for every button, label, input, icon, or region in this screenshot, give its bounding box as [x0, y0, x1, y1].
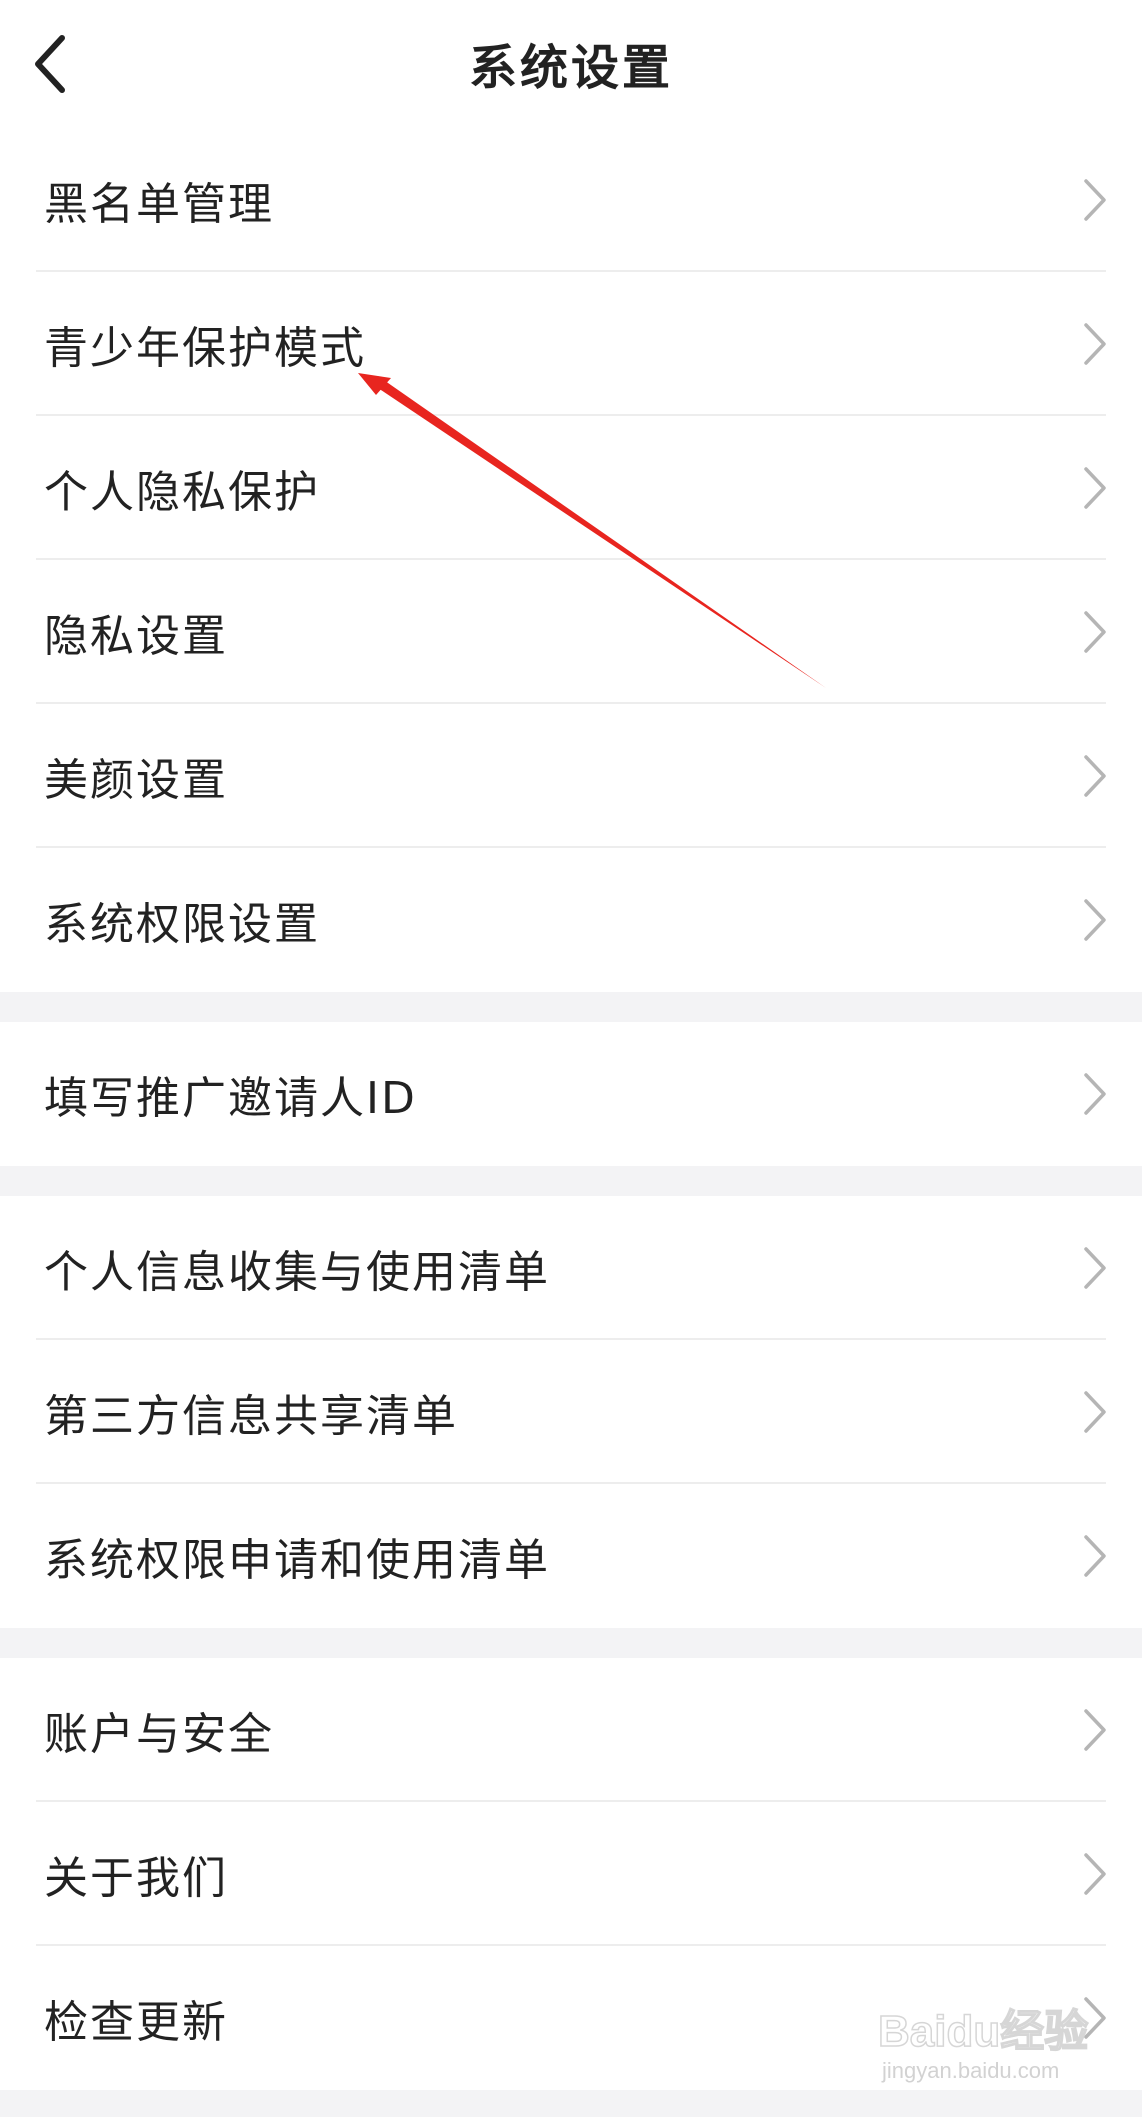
menu-row-permission-usage-list[interactable]: 系统权限申请和使用清单	[0, 1484, 1142, 1628]
menu-row-label: 个人信息收集与使用清单	[44, 1247, 550, 1298]
svg-text:jingyan.baidu.com: jingyan.baidu.com	[881, 2058, 1059, 2083]
menu-row-teen-protection[interactable]: 青少年保护模式	[0, 272, 1142, 416]
menu-row-label: 账户与安全	[44, 1709, 274, 1760]
menu-row-label: 填写推广邀请人ID	[44, 1073, 417, 1124]
menu-row-privacy-settings[interactable]: 隐私设置	[0, 560, 1142, 704]
menu-row-account-security[interactable]: 账户与安全	[0, 1658, 1142, 1802]
menu-row-label: 美颜设置	[44, 755, 228, 806]
menu-row-label: 青少年保护模式	[44, 323, 366, 374]
chevron-right-icon	[1084, 899, 1106, 941]
menu-row-label: 黑名单管理	[44, 179, 274, 230]
menu-row-third-party-sharing-list[interactable]: 第三方信息共享清单	[0, 1340, 1142, 1484]
baidu-jingyan-watermark: Baidu经验 jingyan.baidu.com	[877, 2006, 1089, 2083]
section-separator	[0, 2090, 1142, 2117]
menu-row-beauty-settings[interactable]: 美颜设置	[0, 704, 1142, 848]
chevron-right-icon	[1084, 1853, 1106, 1895]
menu-row-label: 关于我们	[44, 1853, 228, 1904]
top-nav-bar: 系统设置	[0, 0, 1142, 128]
chevron-right-icon	[1084, 611, 1106, 653]
chevron-right-icon	[1084, 1073, 1106, 1115]
menu-row-label: 第三方信息共享清单	[44, 1391, 458, 1442]
menu-row-system-permissions[interactable]: 系统权限设置	[0, 848, 1142, 992]
settings-group-data-lists: 个人信息收集与使用清单 第三方信息共享清单 系统权限申请和使用清单	[0, 1196, 1142, 1628]
menu-row-label: 系统权限设置	[44, 899, 320, 950]
section-separator	[0, 1166, 1142, 1196]
chevron-right-icon	[1084, 467, 1106, 509]
menu-row-referrer-id[interactable]: 填写推广邀请人ID	[0, 1022, 1142, 1166]
chevron-right-icon	[1084, 1247, 1106, 1289]
menu-row-personal-info-list[interactable]: 个人信息收集与使用清单	[0, 1196, 1142, 1340]
svg-text:Baidu经验: Baidu经验	[878, 2007, 1088, 2056]
menu-row-blacklist[interactable]: 黑名单管理	[0, 128, 1142, 272]
chevron-right-icon	[1084, 1535, 1106, 1577]
chevron-right-icon	[1084, 323, 1106, 365]
settings-group-referral: 填写推广邀请人ID	[0, 1022, 1142, 1166]
menu-row-label: 检查更新	[44, 1997, 228, 2048]
page-title: 系统设置	[468, 40, 673, 96]
section-separator	[0, 992, 1142, 1022]
section-separator	[0, 1628, 1142, 1658]
menu-row-about-us[interactable]: 关于我们	[0, 1802, 1142, 1946]
menu-row-label: 个人隐私保护	[44, 467, 320, 518]
settings-group-general: 黑名单管理 青少年保护模式 个人隐私保护 隐私设置 美颜设置 系统权限设置	[0, 128, 1142, 992]
chevron-right-icon	[1084, 1391, 1106, 1433]
menu-row-label: 隐私设置	[44, 611, 228, 662]
menu-row-personal-privacy[interactable]: 个人隐私保护	[0, 416, 1142, 560]
chevron-right-icon	[1084, 179, 1106, 221]
chevron-right-icon	[1084, 1709, 1106, 1751]
chevron-right-icon	[1084, 755, 1106, 797]
menu-row-label: 系统权限申请和使用清单	[44, 1535, 550, 1586]
